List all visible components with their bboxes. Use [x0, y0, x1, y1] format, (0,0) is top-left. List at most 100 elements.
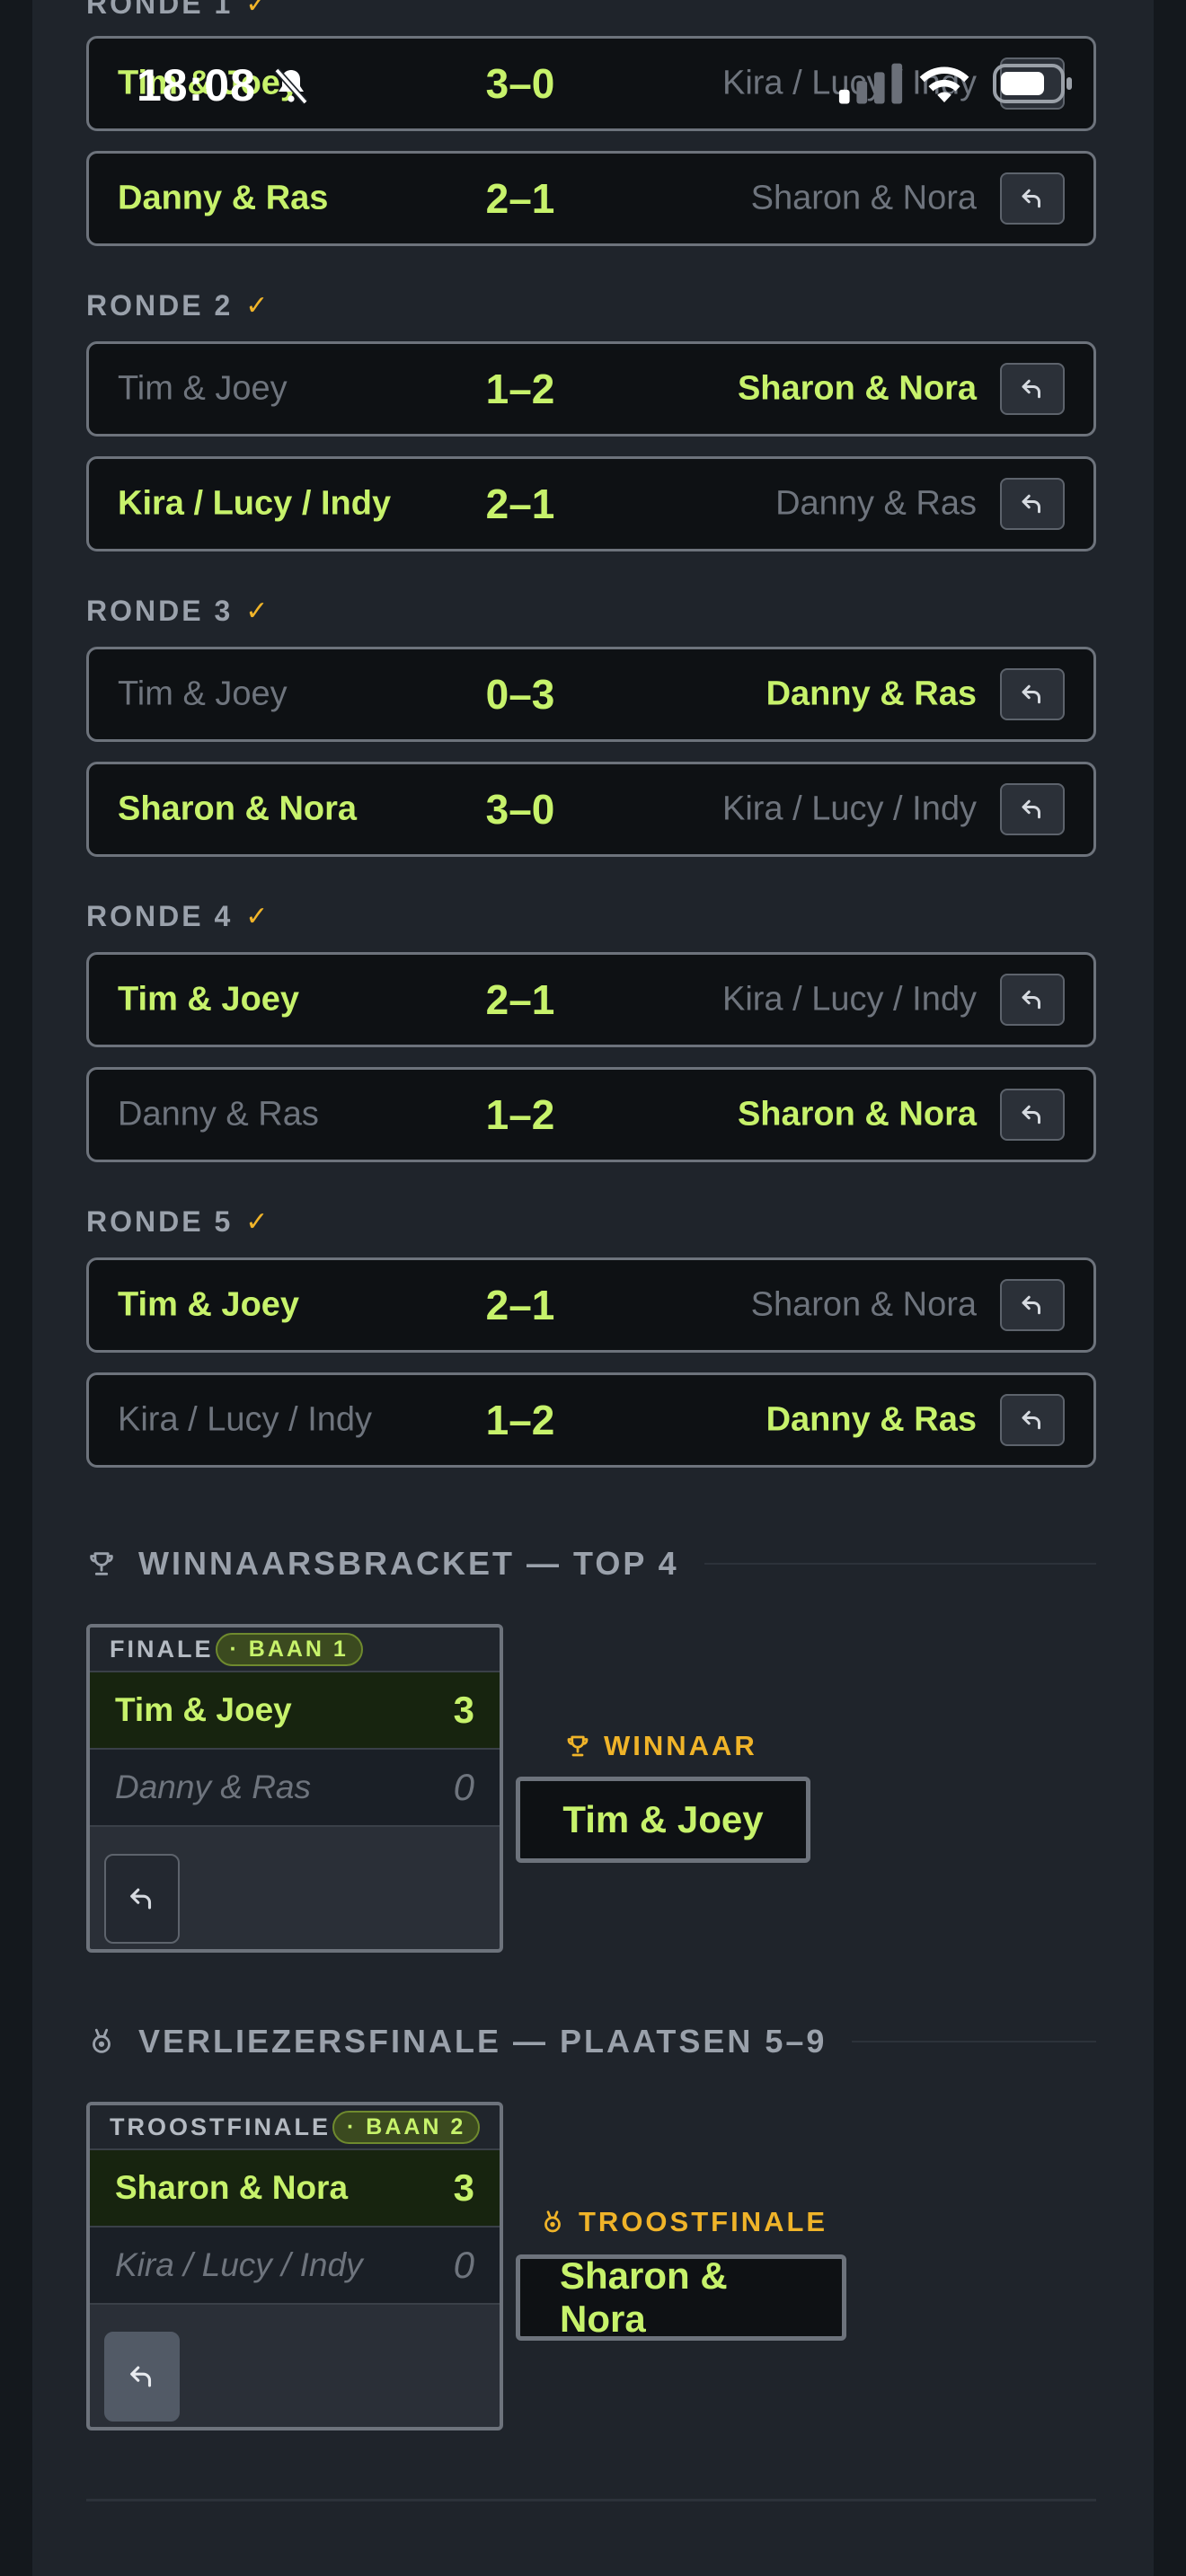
undo-button[interactable] — [1000, 478, 1065, 530]
away-team: Kira / Lucy / Indy — [721, 980, 977, 1019]
undo-button[interactable] — [1000, 172, 1065, 225]
trophy-icon — [567, 1735, 589, 1757]
undo-arrow-icon — [1022, 684, 1040, 704]
team-score: 0 — [453, 1766, 474, 1808]
medal-icon — [93, 2028, 111, 2053]
card-footer — [90, 2305, 500, 2427]
undo-arrow-icon — [1022, 990, 1040, 1010]
match-score: 1–2 — [485, 366, 555, 412]
section-title: WINNAARSBRACKET — TOP 4 — [138, 1545, 679, 1582]
card-footer — [90, 1827, 500, 1949]
undo-arrow-icon — [1022, 1105, 1040, 1125]
undo-arrow-icon — [1022, 799, 1040, 819]
undo-button[interactable] — [1000, 1394, 1065, 1446]
undo-button[interactable] — [1000, 1089, 1065, 1141]
match-row: Danny & Ras 2–1 Sharon & Nora — [86, 151, 1096, 246]
away-team: Danny & Ras — [766, 1400, 977, 1439]
team-score: 3 — [453, 1689, 474, 1731]
losers-final-header: VERLIEZERSFINALE — PLAATSEN 5–9 — [86, 2023, 1096, 2060]
round-label: RONDE 2 — [86, 289, 234, 322]
away-team: Sharon & Nora — [750, 179, 977, 217]
final-card: FINALE · BAAN 1 Tim & Joey 3 Danny & Ras… — [86, 1624, 503, 1953]
round-header: RONDE 4 ✓ — [86, 900, 268, 933]
loser-row: Danny & Ras 0 — [90, 1750, 500, 1827]
undo-button[interactable] — [1000, 1279, 1065, 1331]
round-label: RONDE 5 — [86, 1205, 234, 1238]
away-team: Sharon & Nora — [737, 1095, 977, 1134]
undo-arrow-icon — [1022, 1295, 1040, 1315]
winner-row: Tim & Joey 3 — [90, 1672, 500, 1750]
winner-row: Sharon & Nora 3 — [90, 2150, 500, 2228]
round-label: RONDE 1 — [86, 0, 234, 20]
away-team: Danny & Ras — [775, 484, 977, 523]
undo-arrow-icon — [130, 1888, 152, 1910]
court-badge: · BAAN 1 — [215, 1632, 363, 1666]
match-row: Tim & Joey 3–0 Kira / Lucy / Indy — [86, 36, 1096, 131]
match-row: Danny & Ras 1–2 Sharon & Nora — [86, 1067, 1096, 1162]
undo-button[interactable] — [104, 2332, 180, 2422]
card-header: TROOSTFINALE · BAAN 2 — [90, 2105, 500, 2150]
away-team: Sharon & Nora — [750, 1285, 977, 1324]
consolation-team-name: Sharon & Nora — [560, 2254, 728, 2340]
match-row: Tim & Joey 1–2 Sharon & Nora — [86, 341, 1096, 437]
consolation-team-box: Sharon & Nora — [516, 2254, 846, 2341]
consolation-label-text: TROOSTFINALE — [579, 2206, 828, 2237]
match-score: 1–2 — [485, 1397, 555, 1443]
check-icon: ✓ — [245, 1207, 269, 1237]
match-row: Kira / Lucy / Indy 2–1 Danny & Ras — [86, 456, 1096, 551]
loser-row: Kira / Lucy / Indy 0 — [90, 2228, 500, 2305]
team-name: Kira / Lucy / Indy — [115, 2246, 363, 2283]
court-badge: · BAAN 2 — [332, 2110, 481, 2144]
card-header: FINALE · BAAN 1 — [90, 1628, 500, 1672]
round-label: RONDE 3 — [86, 595, 234, 627]
divider — [704, 1563, 1096, 1565]
team-name: Tim & Joey — [115, 1691, 292, 1728]
match-score: 2–1 — [485, 175, 555, 222]
team-score: 0 — [453, 2244, 474, 2286]
undo-arrow-icon — [1022, 74, 1040, 93]
match-row: Tim & Joey 2–1 Sharon & Nora — [86, 1257, 1096, 1353]
undo-arrow-icon — [1022, 494, 1040, 514]
check-icon: ✓ — [245, 291, 269, 321]
card-label: TROOSTFINALE — [110, 2113, 331, 2140]
team-name: Sharon & Nora — [115, 2169, 349, 2206]
match-row: Tim & Joey 2–1 Kira / Lucy / Indy — [86, 952, 1096, 1047]
round-header: RONDE 2 ✓ — [86, 289, 268, 322]
consolation-final-card: TROOSTFINALE · BAAN 2 Sharon & Nora 3 Ki… — [86, 2102, 503, 2430]
undo-button[interactable] — [1000, 974, 1065, 1026]
winner-team-name: Tim & Joey — [562, 1798, 764, 1840]
match-score: 0–3 — [485, 671, 555, 718]
round-header: RONDE 3 ✓ — [86, 595, 268, 628]
match-row: Tim & Joey 0–3 Danny & Ras — [86, 647, 1096, 742]
away-team: Danny & Ras — [766, 675, 977, 713]
undo-button[interactable] — [1000, 783, 1065, 835]
team-name: Danny & Ras — [115, 1769, 311, 1805]
undo-button[interactable] — [104, 1854, 180, 1944]
match-row: Sharon & Nora 3–0 Kira / Lucy / Indy — [86, 762, 1096, 857]
undo-button[interactable] — [1000, 57, 1065, 110]
undo-button[interactable] — [1000, 668, 1065, 720]
winner-team-box: Tim & Joey — [516, 1777, 810, 1863]
undo-arrow-icon — [1022, 379, 1040, 399]
match-score: 2–1 — [485, 1282, 555, 1328]
check-icon: ✓ — [245, 596, 269, 626]
trophy-icon — [90, 1552, 113, 1575]
undo-arrow-icon — [1022, 1410, 1040, 1430]
undo-button[interactable] — [1000, 363, 1065, 415]
match-row: Kira / Lucy / Indy 1–2 Danny & Ras — [86, 1372, 1096, 1468]
divider — [86, 2499, 1096, 2501]
round-label: RONDE 4 — [86, 900, 234, 932]
match-score: 1–2 — [485, 1091, 555, 1138]
undo-arrow-icon — [130, 2366, 152, 2387]
away-team: Kira / Lucy / Indy — [721, 790, 977, 828]
check-icon: ✓ — [245, 0, 269, 19]
undo-arrow-icon — [1022, 189, 1040, 208]
winner-label-text: WINNAAR — [604, 1730, 757, 1761]
match-score: 2–1 — [485, 481, 555, 527]
away-team: Kira / Lucy / Indy — [721, 64, 977, 102]
away-team: Sharon & Nora — [737, 369, 977, 408]
round-header: RONDE 1 ✓ — [86, 0, 268, 21]
check-icon: ✓ — [245, 902, 269, 931]
winner-label: WINNAAR — [564, 1730, 757, 1762]
card-label: FINALE — [110, 1635, 214, 1663]
